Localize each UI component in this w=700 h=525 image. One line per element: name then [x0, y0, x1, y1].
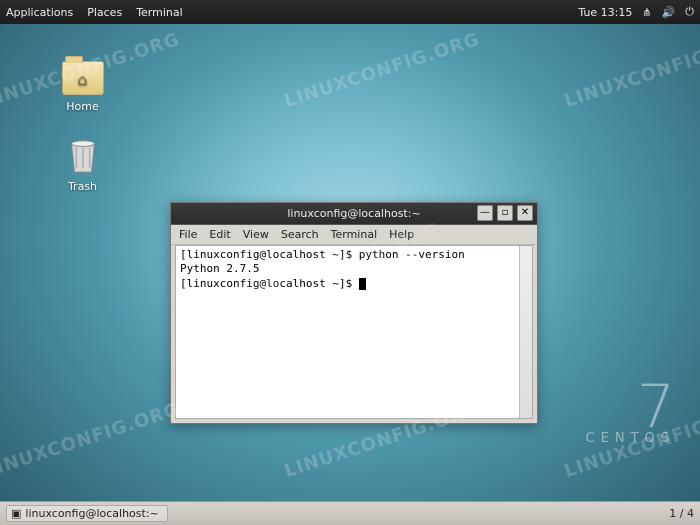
search-menu[interactable]: Search: [281, 228, 319, 241]
clock[interactable]: Tue 13:15: [578, 6, 632, 19]
bottom-panel: ▣ linuxconfig@localhost:~ 1 / 4: [0, 501, 700, 525]
home-label: Home: [50, 100, 115, 113]
trash-label: Trash: [50, 180, 115, 193]
terminal-window[interactable]: linuxconfig@localhost:~ — ▫ ✕ File Edit …: [170, 202, 538, 424]
view-menu[interactable]: View: [243, 228, 269, 241]
taskbar-item-label: linuxconfig@localhost:~: [25, 507, 158, 520]
terminal-cursor: [359, 278, 366, 290]
desktop[interactable]: ⌂ Home Trash linuxconfig@localhost:~ — ▫…: [0, 24, 700, 501]
places-menu[interactable]: Places: [87, 6, 122, 19]
close-button[interactable]: ✕: [517, 205, 533, 221]
brand-version: 7: [586, 383, 675, 431]
window-title: linuxconfig@localhost:~: [287, 207, 420, 220]
window-titlebar[interactable]: linuxconfig@localhost:~ — ▫ ✕: [171, 203, 537, 225]
trash-can-icon: [62, 134, 104, 176]
distro-brand: 7 CENTOS: [586, 383, 675, 446]
home-icon: ⌂: [77, 70, 87, 89]
terminal-menubar: File Edit View Search Terminal Help: [171, 225, 537, 245]
trash-icon[interactable]: Trash: [50, 134, 115, 193]
minimize-button[interactable]: —: [477, 205, 493, 221]
volume-icon[interactable]: 🔊: [662, 6, 676, 19]
terminal-submenu[interactable]: Terminal: [331, 228, 378, 241]
workspace-switcher[interactable]: 1 / 4: [669, 507, 694, 520]
edit-menu[interactable]: Edit: [209, 228, 230, 241]
brand-name: CENTOS: [586, 431, 675, 446]
terminal-line-2: Python 2.7.5: [180, 262, 259, 275]
terminal-output[interactable]: [linuxconfig@localhost ~]$ python --vers…: [175, 245, 533, 419]
network-icon[interactable]: ⋔: [642, 6, 651, 19]
terminal-menu[interactable]: Terminal: [136, 6, 183, 19]
taskbar-window-button[interactable]: ▣ linuxconfig@localhost:~: [6, 505, 168, 522]
terminal-line-1: [linuxconfig@localhost ~]$ python --vers…: [180, 248, 465, 261]
taskbar-terminal-icon: ▣: [11, 507, 21, 520]
help-menu[interactable]: Help: [389, 228, 414, 241]
power-icon[interactable]: ⏻: [685, 5, 694, 19]
file-menu[interactable]: File: [179, 228, 197, 241]
terminal-prompt: [linuxconfig@localhost ~]$: [180, 277, 359, 290]
applications-menu[interactable]: Applications: [6, 6, 73, 19]
top-panel: Applications Places Terminal Tue 13:15 ⋔…: [0, 0, 700, 24]
maximize-button[interactable]: ▫: [497, 205, 513, 221]
home-folder[interactable]: ⌂ Home: [50, 54, 115, 113]
